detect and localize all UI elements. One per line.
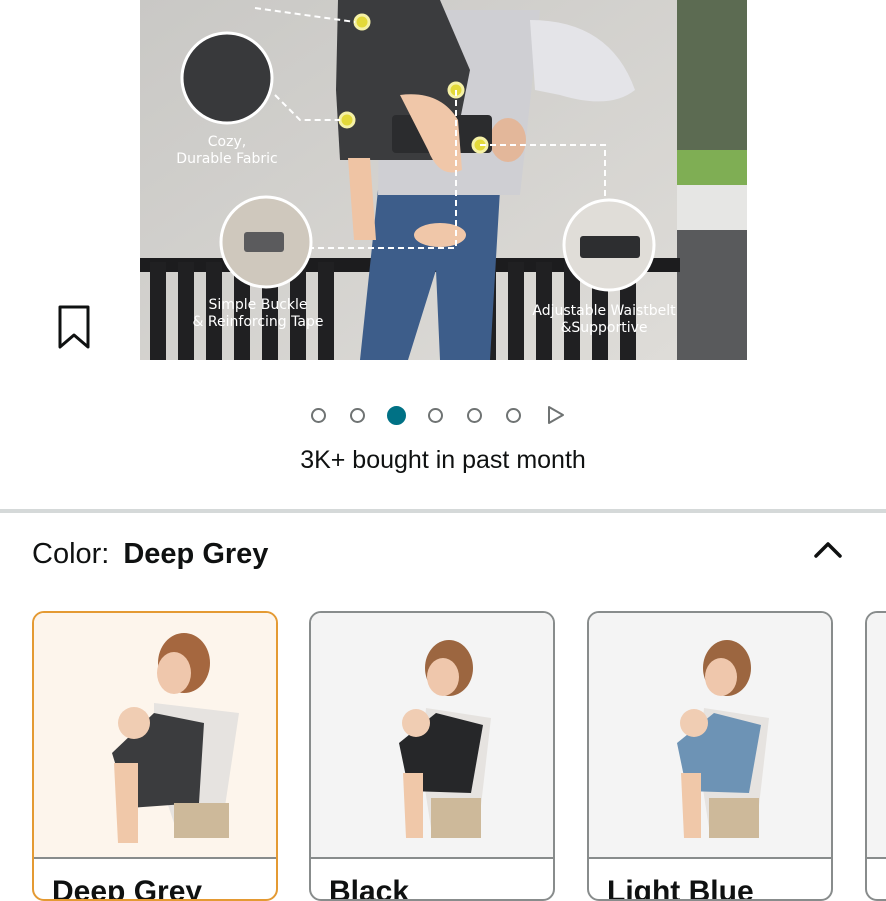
swatch-image: [34, 613, 276, 858]
color-selector-header: Color: Deep Grey: [32, 538, 268, 571]
color-swatch-light-blue[interactable]: Light Blue: [587, 611, 833, 901]
carousel-dot-6[interactable]: [506, 407, 521, 423]
swatch-image: [311, 613, 553, 858]
carousel-dot-2[interactable]: [350, 407, 365, 423]
carousel-dot-3-active[interactable]: [387, 405, 406, 425]
swatch-divider: [311, 857, 553, 859]
carousel-indicator: [311, 404, 565, 426]
swatch-label: Light Blue: [607, 875, 754, 901]
callout-waistbelt-line1: Adjustable Waistbelt: [532, 303, 676, 319]
callout-buckle-line2: & Reinforcing Tape: [193, 314, 324, 330]
callout-fabric-line2: Durable Fabric: [176, 151, 277, 167]
carousel-dot-5[interactable]: [467, 407, 482, 423]
section-divider: [0, 509, 886, 513]
color-swatch-deep-grey[interactable]: Deep Grey: [32, 611, 278, 901]
callout-buckle-line1: Simple Buckle: [208, 297, 307, 313]
chevron-up-icon[interactable]: [810, 536, 846, 564]
swatch-divider: [34, 857, 276, 859]
swatch-divider: [589, 857, 831, 859]
swatch-label: Black: [329, 875, 410, 901]
swatch-image: [589, 613, 831, 858]
selected-color-value: Deep Grey: [123, 538, 269, 570]
callout-waistbelt-line2: &Supportive: [560, 320, 647, 336]
social-proof-text: 3K+ bought in past month: [300, 446, 586, 474]
play-video-icon[interactable]: [545, 405, 565, 425]
swatch-label: Deep Grey: [52, 875, 203, 901]
color-swatch-partial[interactable]: [865, 611, 886, 901]
swatch-divider: [867, 857, 886, 859]
carousel-dot-4[interactable]: [428, 407, 443, 423]
bookmark-button[interactable]: [56, 303, 94, 351]
bookmark-icon: [58, 305, 90, 349]
product-hero-image[interactable]: Cozy, Durable Fabric Simple Buckle & Rei…: [140, 0, 747, 360]
swatch-image: [867, 613, 886, 858]
callout-fabric-line1: Cozy,: [208, 134, 246, 150]
color-label: Color:: [32, 538, 110, 570]
color-swatch-black[interactable]: Black: [309, 611, 555, 901]
carousel-dot-1[interactable]: [311, 407, 326, 423]
